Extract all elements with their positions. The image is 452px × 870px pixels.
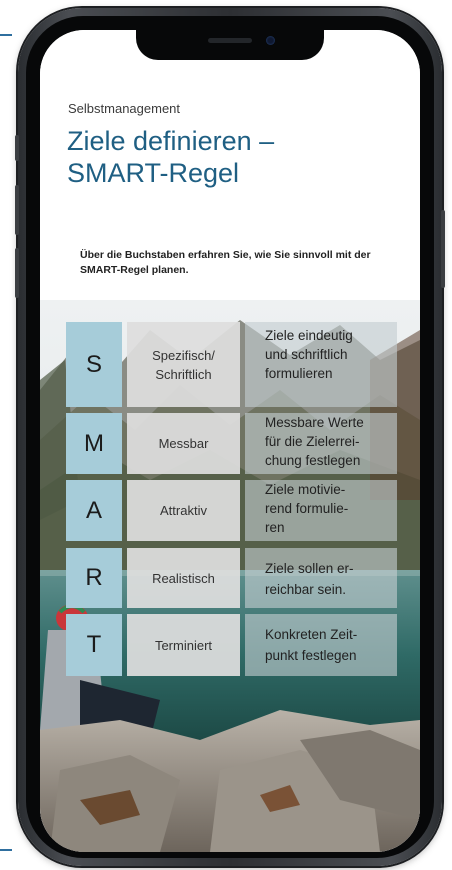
section-label: Selbstmanagement (68, 101, 181, 116)
smart-row-a: A Attraktiv Ziele motivie- rend formulie… (66, 480, 398, 541)
camera-icon (266, 36, 275, 45)
term-cell: Attraktiv (127, 480, 240, 541)
volume-down-button-2 (15, 248, 19, 298)
term-cell: Terminiert (127, 614, 240, 676)
description-line-1: Messbare Werte (265, 415, 364, 430)
phone-notch (136, 30, 324, 60)
smart-row-r: R Realistisch Ziele sollen er- reichbar … (66, 548, 398, 608)
term-cell: Spezifisch/Schriftlich (127, 322, 240, 407)
description-cell: Messbare Werte für die Zielerrei- chung … (245, 413, 397, 474)
description-line-2: punkt festlegen (265, 648, 357, 663)
letter-cell: T (66, 614, 122, 676)
smart-row-s: S Spezifisch/Schriftlich Ziele eindeutig… (66, 322, 398, 407)
description-cell: Ziele eindeutig und schriftlich formulie… (245, 322, 397, 407)
description-line-2: reichbar sein. (265, 582, 347, 597)
description-line-2: und schriftlich (265, 347, 348, 362)
letter-cell: R (66, 548, 122, 608)
description-line-2: rend formulie- (265, 501, 349, 516)
description-line-3: formulieren (265, 366, 333, 381)
description-line-3: ren (265, 520, 285, 535)
term-line-1: Attraktiv (160, 503, 207, 518)
smart-row-t: T Terminiert Konkreten Zeit- punkt festl… (66, 614, 398, 676)
page-accent-bottom (0, 849, 12, 851)
term-line-1: Terminiert (154, 637, 213, 653)
page-title-line-1: Ziele definieren – (67, 126, 275, 156)
description-cell: Ziele sollen er- reichbar sein. (245, 548, 397, 608)
description-line-1: Ziele sollen er- (265, 561, 354, 576)
header-area: Selbstmanagement Ziele definieren – SMAR… (40, 30, 420, 300)
description-line-1: Ziele eindeutig (265, 328, 353, 343)
letter-cell: M (66, 413, 122, 474)
term-line-1: Messbar (158, 436, 209, 451)
description-line-3: chung festlegen (265, 453, 361, 468)
term-line-1: Spezifisch/ (152, 347, 215, 363)
description-line-1: Ziele motivie- (265, 482, 346, 497)
speaker-icon (208, 38, 252, 43)
letter-cell: S (66, 322, 122, 407)
page-title-line-2: SMART-Regel (67, 158, 240, 188)
power-button (441, 210, 445, 288)
smart-row-m: M Messbar Messbare Werte für die Zielerr… (66, 413, 398, 474)
description-cell: Konkreten Zeit- punkt festlegen (245, 614, 397, 676)
term-line-2: Schriftlich (155, 366, 212, 382)
letter-cell: A (66, 480, 122, 541)
description-cell: Ziele motivie- rend formulie- ren (245, 480, 397, 541)
description-line-2: für die Zielerrei- (265, 434, 360, 449)
term-cell: Messbar (127, 413, 240, 474)
phone-screen: Selbstmanagement Ziele definieren – SMAR… (40, 30, 420, 852)
term-cell: Realistisch (127, 548, 240, 608)
page-title: Ziele definieren – SMART-Regel (67, 125, 274, 189)
volume-down-button (15, 185, 19, 235)
page-accent-top (0, 34, 12, 36)
term-line-1: Realistisch (152, 570, 215, 586)
intro-text: Über die Buchstaben erfahren Sie, wie Si… (80, 249, 371, 276)
description-line-1: Konkreten Zeit- (265, 627, 358, 642)
volume-up-button (15, 135, 19, 161)
